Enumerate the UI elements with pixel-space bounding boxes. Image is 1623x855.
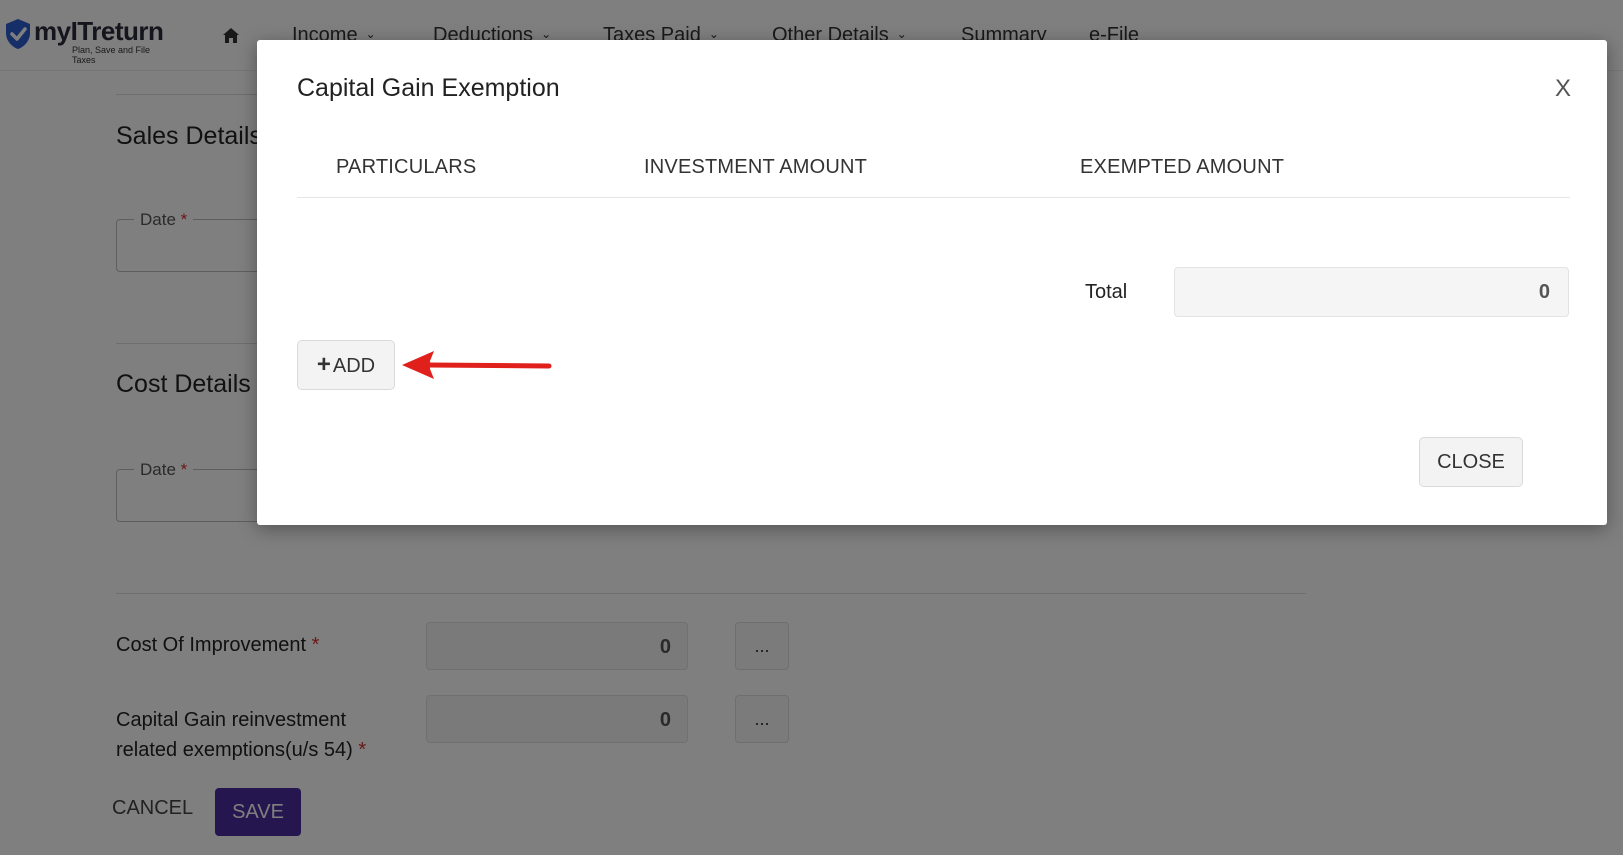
close-icon[interactable]: X bbox=[1555, 75, 1571, 103]
dialog-title: Capital Gain Exemption bbox=[297, 74, 560, 102]
column-header-exempted-amount: EXEMPTED AMOUNT bbox=[1080, 156, 1285, 178]
capital-gain-exemption-dialog: Capital Gain Exemption X PARTICULARS INV… bbox=[257, 40, 1607, 525]
add-button-label: ADD bbox=[332, 355, 376, 377]
column-header-particulars: PARTICULARS bbox=[336, 156, 477, 178]
add-button[interactable]: + ADD bbox=[297, 340, 395, 390]
column-header-investment-amount: INVESTMENT AMOUNT bbox=[644, 156, 868, 178]
close-button[interactable]: CLOSE bbox=[1419, 437, 1523, 487]
total-label: Total bbox=[1085, 281, 1128, 303]
red-arrow-annotation bbox=[402, 351, 552, 379]
total-value-field: 0 bbox=[1174, 267, 1569, 317]
plus-icon: + bbox=[316, 351, 331, 378]
table-header-divider bbox=[297, 197, 1570, 198]
